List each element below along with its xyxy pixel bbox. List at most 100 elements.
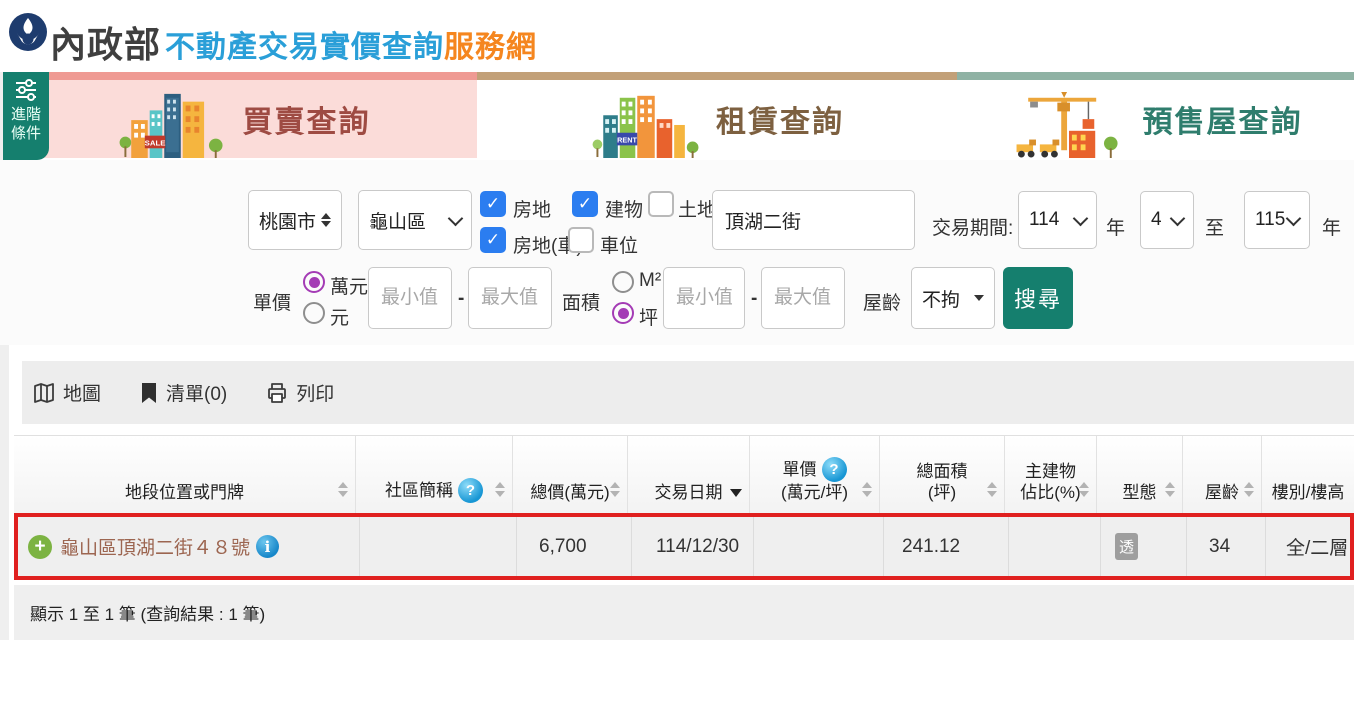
area-label: 面積 bbox=[562, 288, 600, 315]
address-link[interactable]: 龜山區頂湖二街４８號 bbox=[60, 533, 250, 560]
city-sale-illustration: SALE bbox=[117, 90, 229, 158]
tab-rent-query[interactable]: RENT 租賃查詢 bbox=[477, 72, 957, 158]
district-select[interactable]: 龜山區 bbox=[358, 190, 472, 250]
sort-arrows-icon[interactable] bbox=[610, 482, 620, 497]
checkbox-land-label[interactable]: 土地 bbox=[678, 195, 716, 222]
chevron-down-icon bbox=[448, 210, 464, 226]
area-min-input[interactable] bbox=[663, 267, 745, 329]
help-icon[interactable]: ? bbox=[822, 457, 847, 482]
column-header-address[interactable]: 地段位置或門牌 bbox=[14, 436, 356, 513]
month-from-value: 4 bbox=[1151, 209, 1162, 231]
unit-price-min-input[interactable] bbox=[368, 267, 452, 329]
chevron-down-icon bbox=[1286, 210, 1302, 226]
cell-community bbox=[360, 517, 517, 576]
sort-arrows-icon[interactable] bbox=[1244, 482, 1254, 497]
site-title-main: 不動產交易實價查詢 bbox=[165, 22, 444, 66]
radio-yuan-label[interactable]: 元 bbox=[330, 303, 349, 330]
column-header-main-building-ratio[interactable]: 主建物 佔比(%) bbox=[1005, 436, 1097, 513]
expand-plus-icon[interactable]: + bbox=[28, 535, 52, 559]
column-header-date[interactable]: 交易日期 bbox=[628, 436, 750, 513]
column-header-total-area[interactable]: 總面積 (坪) bbox=[880, 436, 1005, 513]
help-icon[interactable]: ? bbox=[458, 478, 483, 503]
checkbox-parking-label[interactable]: 車位 bbox=[600, 231, 638, 258]
column-header-total-price[interactable]: 總價(萬元) bbox=[513, 436, 628, 513]
checkbox-parking[interactable] bbox=[568, 227, 594, 253]
radio-wan-yuan-label[interactable]: 萬元 bbox=[330, 272, 368, 299]
caret-down-icon bbox=[974, 295, 984, 301]
chevron-down-icon bbox=[1073, 210, 1089, 226]
city-select-value: 桃園市 bbox=[259, 207, 316, 234]
search-button[interactable]: 搜尋 bbox=[1003, 267, 1073, 329]
site-title: 內政部 不動產交易實價查詢 服務網 bbox=[50, 16, 537, 68]
moi-logo-icon bbox=[8, 12, 48, 52]
advanced-conditions-button[interactable]: 進階 條件 bbox=[3, 72, 49, 160]
tab-presale-query[interactable]: 預售屋查詢 bbox=[957, 72, 1354, 158]
radio-yuan[interactable] bbox=[303, 302, 325, 324]
sort-arrows-icon[interactable] bbox=[1079, 482, 1089, 497]
tab-rent-accent-bar bbox=[477, 72, 957, 80]
cell-floor: 全/二層 bbox=[1266, 517, 1354, 576]
tab-sale-accent-bar bbox=[10, 72, 477, 80]
site-header: 內政部 不動產交易實價查詢 服務網 bbox=[0, 0, 1354, 70]
checkbox-house-land-label[interactable]: 房地 bbox=[513, 195, 551, 222]
radio-ping[interactable] bbox=[612, 302, 634, 324]
map-button[interactable]: 地圖 bbox=[32, 379, 101, 406]
checkbox-house-land-car[interactable]: ✓ bbox=[480, 227, 506, 253]
map-icon bbox=[32, 381, 56, 405]
sliders-icon bbox=[14, 78, 38, 102]
column-header-community[interactable]: 社區簡稱? bbox=[356, 436, 513, 513]
column-header-type[interactable]: 型態 bbox=[1097, 436, 1183, 513]
house-age-value: 不拘 bbox=[922, 285, 960, 312]
city-select[interactable]: 桃園市 bbox=[248, 190, 342, 250]
cell-unit-price bbox=[754, 517, 884, 576]
print-button[interactable]: 列印 bbox=[265, 379, 334, 406]
area-max-input[interactable] bbox=[761, 267, 845, 329]
year-to-select[interactable]: 115 bbox=[1244, 191, 1310, 249]
house-age-label: 屋齡 bbox=[863, 288, 901, 315]
tab-sale-query[interactable]: SALE 買賣查詢 bbox=[10, 72, 477, 158]
year-from-select[interactable]: 114 bbox=[1018, 191, 1097, 249]
site-title-agency: 內政部 bbox=[50, 16, 161, 68]
construction-illustration bbox=[1009, 90, 1129, 158]
month-from-select[interactable]: 4 bbox=[1140, 191, 1194, 249]
tab-strip: SALE 買賣查詢 bbox=[10, 72, 1354, 158]
checkbox-building-label[interactable]: 建物 bbox=[605, 195, 643, 222]
year-unit-label: 年 bbox=[1106, 213, 1125, 240]
column-header-unit-price[interactable]: 單價? (萬元/坪) bbox=[750, 436, 880, 513]
column-header-floor[interactable]: 樓別/樓高 bbox=[1262, 436, 1354, 513]
cell-address: + 龜山區頂湖二街４８號 i bbox=[18, 517, 360, 576]
updown-arrows-icon bbox=[321, 213, 331, 227]
radio-wan-yuan[interactable] bbox=[303, 271, 325, 293]
column-header-age[interactable]: 屋齡 bbox=[1183, 436, 1262, 513]
printer-icon bbox=[265, 381, 289, 405]
tab-presale-accent-bar bbox=[957, 72, 1354, 80]
results-toolbar: 地圖 清單(0) 列印 bbox=[22, 361, 1354, 424]
info-icon[interactable]: i bbox=[256, 535, 279, 558]
cell-date: 114/12/30 bbox=[632, 517, 754, 576]
sort-arrows-icon[interactable] bbox=[338, 482, 348, 497]
radio-square-meter-label[interactable]: M² bbox=[639, 270, 661, 292]
print-button-label: 列印 bbox=[296, 379, 334, 406]
unit-price-max-input[interactable] bbox=[468, 267, 552, 329]
house-age-select[interactable]: 不拘 bbox=[911, 267, 995, 329]
sort-arrows-icon[interactable] bbox=[987, 482, 997, 497]
street-input[interactable] bbox=[712, 190, 915, 250]
cell-age: 34 bbox=[1187, 517, 1266, 576]
checkbox-land[interactable] bbox=[648, 191, 674, 217]
sale-sign-text: SALE bbox=[144, 138, 165, 147]
radio-ping-label[interactable]: 坪 bbox=[639, 303, 658, 330]
sort-arrows-icon[interactable] bbox=[862, 482, 872, 497]
results-summary-bar: 顯示 1 至 1 筆 (查詢結果 : 1 筆) bbox=[14, 585, 1354, 640]
checkbox-house-land[interactable]: ✓ bbox=[480, 191, 506, 217]
list-button[interactable]: 清單(0) bbox=[139, 379, 227, 406]
city-rent-illustration: RENT bbox=[590, 90, 702, 158]
radio-square-meter[interactable] bbox=[612, 271, 634, 293]
tab-sale-label: 買賣查詢 bbox=[243, 97, 371, 141]
table-row[interactable]: + 龜山區頂湖二街４８號 i 6,700 114/12/30 241.12 透 … bbox=[18, 517, 1350, 576]
checkbox-building[interactable]: ✓ bbox=[572, 191, 598, 217]
sort-arrows-icon[interactable] bbox=[495, 482, 505, 497]
site-title-suffix: 服務網 bbox=[444, 22, 537, 66]
sort-arrows-icon[interactable] bbox=[1165, 482, 1175, 497]
sort-desc-icon[interactable] bbox=[730, 489, 742, 497]
cell-type: 透 bbox=[1101, 517, 1187, 576]
